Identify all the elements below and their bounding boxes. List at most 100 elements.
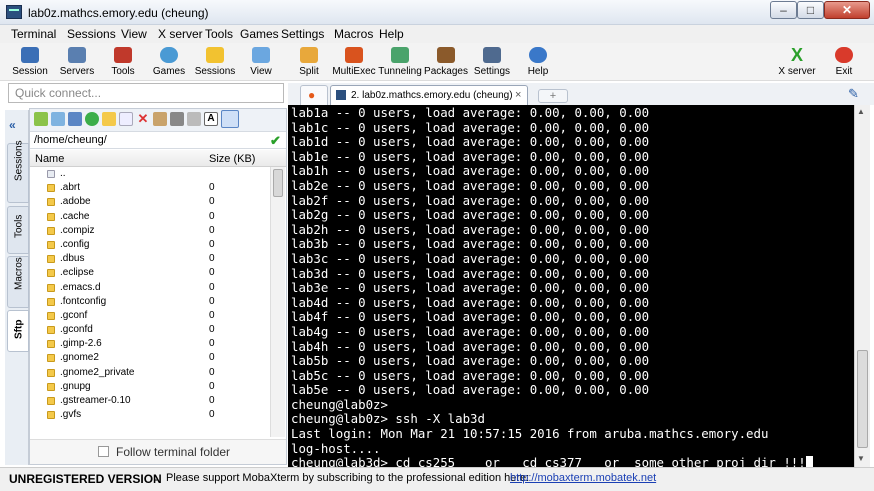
- folder-icon: [47, 340, 55, 349]
- terminal-line-text: lab1a -- 0 users, load average: 0.00, 0.…: [291, 105, 650, 120]
- sftp-path-bar[interactable]: /home/cheung/ ✔: [30, 131, 286, 149]
- file-row[interactable]: .abrt 0: [30, 181, 270, 195]
- text-mode-icon[interactable]: A: [204, 112, 218, 126]
- file-name: .compiz: [60, 224, 95, 236]
- file-row[interactable]: .cache 0: [30, 210, 270, 224]
- terminal-line-text: lab2h -- 0 users, load average: 0.00, 0.…: [291, 221, 650, 237]
- home-tab[interactable]: ●: [300, 85, 328, 105]
- tab-sessions[interactable]: Sessions: [7, 140, 29, 203]
- exit-button[interactable]: Exit: [814, 43, 874, 81]
- menu-sessions[interactable]: Sessions: [67, 27, 116, 41]
- scroll-up-icon[interactable]: ▲: [857, 107, 865, 116]
- file-row[interactable]: .emacs.d 0: [30, 281, 270, 295]
- follow-terminal-folder: Follow terminal folder: [30, 439, 286, 464]
- folder-icon: [47, 212, 55, 221]
- menu-x-server[interactable]: X server: [158, 27, 203, 41]
- sftp-scroll-thumb[interactable]: [273, 169, 283, 197]
- menu-games[interactable]: Games: [240, 27, 279, 41]
- menu-help[interactable]: Help: [379, 27, 404, 41]
- file-name: .gnupg: [60, 380, 91, 392]
- tab-sftp[interactable]: Sftp: [7, 310, 29, 352]
- file-row[interactable]: .gnome2 0: [30, 351, 270, 365]
- file-row[interactable]: .gnupg 0: [30, 380, 270, 394]
- minimize-button[interactable]: –: [770, 1, 797, 19]
- help-icon: [529, 47, 547, 63]
- close-tab-icon[interactable]: ×: [515, 89, 521, 101]
- new-file-icon[interactable]: [119, 112, 133, 126]
- menu-tools[interactable]: Tools: [205, 27, 233, 41]
- terminal-output[interactable]: lab1a -- 0 users, load average: 0.00, 0.…: [288, 105, 854, 467]
- file-name: .gstreamer-0.10: [60, 395, 131, 406]
- file-size: 0: [209, 267, 215, 279]
- terminal-line-text: cheung@lab0z> ssh -X lab3d: [291, 411, 485, 427]
- follow-terminal-checkbox[interactable]: [98, 446, 109, 457]
- file-row[interactable]: .gconf 0: [30, 309, 270, 323]
- quick-connect-input[interactable]: Quick connect...: [8, 83, 284, 103]
- terminal-line: lab2h -- 0 users, load average: 0.00, 0.…: [291, 221, 813, 238]
- refresh-icon[interactable]: [85, 112, 99, 126]
- mobaxterm-link[interactable]: http://mobaxterm.mobatek.net: [510, 472, 656, 484]
- collapse-sidebar-icon[interactable]: «: [9, 118, 16, 132]
- folder-icon: [47, 368, 55, 377]
- name-column-header[interactable]: Name: [35, 153, 64, 165]
- file-row[interactable]: .adobe 0: [30, 195, 270, 209]
- file-row[interactable]: .eclipse 0: [30, 266, 270, 280]
- file-size: 0: [209, 182, 215, 194]
- file-size: 0: [209, 338, 215, 350]
- status-message: Please support MobaXterm by subscribing …: [166, 472, 530, 484]
- terminal-cursor: [805, 456, 813, 467]
- window-title: lab0z.mathcs.emory.edu (cheung): [28, 6, 209, 20]
- new-tab-button[interactable]: +: [538, 89, 568, 103]
- size-column-header[interactable]: Size (KB): [209, 153, 255, 165]
- close-window-button[interactable]: ✕: [824, 1, 870, 19]
- terminal-line: cheung@lab3d> cd cs255 or cd cs377 or so…: [291, 455, 813, 467]
- file-row[interactable]: .config 0: [30, 238, 270, 252]
- help-button[interactable]: Help: [508, 43, 568, 81]
- file-row[interactable]: .gimp-2.6 0: [30, 337, 270, 351]
- file-row[interactable]: .dbus 0: [30, 252, 270, 266]
- rename-icon[interactable]: [153, 112, 167, 126]
- menu-settings[interactable]: Settings: [281, 27, 324, 41]
- checkmark-icon[interactable]: ✔: [270, 133, 281, 149]
- list-view-icon[interactable]: [221, 110, 239, 128]
- terminal-icon[interactable]: [187, 112, 201, 126]
- terminal-line-text: lab5e -- 0 users, load average: 0.00, 0.…: [291, 382, 650, 398]
- folder-icon: [47, 326, 55, 335]
- settings-icon: [483, 47, 501, 63]
- sftp-scrollbar[interactable]: [270, 167, 285, 437]
- file-row[interactable]: .gvfs 0: [30, 408, 270, 422]
- menu-macros[interactable]: Macros: [334, 27, 373, 41]
- file-name: .gnome2: [60, 352, 99, 364]
- file-row[interactable]: .compiz 0: [30, 224, 270, 238]
- tab-label: 2. lab0z.mathcs.emory.edu (cheung): [351, 90, 513, 101]
- power-icon: [835, 47, 853, 63]
- parent-folder-icon[interactable]: [34, 112, 48, 126]
- terminal-scroll-thumb[interactable]: [857, 350, 868, 448]
- file-row[interactable]: .fontconfig 0: [30, 295, 270, 309]
- maximize-button[interactable]: □: [797, 1, 824, 19]
- file-row[interactable]: ..: [30, 167, 270, 181]
- file-row[interactable]: .gstreamer-0.10 0: [30, 394, 270, 408]
- tab-lab0z-session[interactable]: 2. lab0z.mathcs.emory.edu (cheung) ×: [330, 85, 528, 106]
- properties-icon[interactable]: [170, 112, 184, 126]
- tab-macros[interactable]: Macros: [7, 256, 29, 308]
- main-toolbar: Session Servers Tools Games Sessions Vie…: [0, 43, 874, 81]
- download-icon[interactable]: [51, 112, 65, 126]
- open-folder-icon[interactable]: [102, 112, 116, 126]
- tab-tools[interactable]: Tools: [7, 206, 29, 254]
- menu-terminal[interactable]: Terminal: [11, 27, 56, 41]
- menu-view[interactable]: View: [121, 27, 147, 41]
- terminal-line: lab3c -- 0 users, load average: 0.00, 0.…: [291, 251, 813, 267]
- file-name: .abrt: [60, 182, 81, 194]
- terminal-line: lab2e -- 0 users, load average: 0.00, 0.…: [291, 178, 813, 194]
- terminal-scrollbar[interactable]: ▲ ▼: [854, 105, 870, 467]
- scroll-down-icon[interactable]: ▼: [857, 454, 865, 463]
- terminal-line: lab4h -- 0 users, load average: 0.00, 0.…: [291, 339, 813, 355]
- file-size: 0: [209, 395, 215, 406]
- attach-icon[interactable]: ✎: [848, 86, 862, 101]
- file-row[interactable]: .gconfd 0: [30, 323, 270, 337]
- terminal-line: lab4g -- 0 users, load average: 0.00, 0.…: [291, 324, 813, 340]
- delete-icon[interactable]: ✕: [136, 112, 150, 126]
- upload-icon[interactable]: [68, 112, 82, 126]
- file-row[interactable]: .gnome2_private 0: [30, 366, 270, 380]
